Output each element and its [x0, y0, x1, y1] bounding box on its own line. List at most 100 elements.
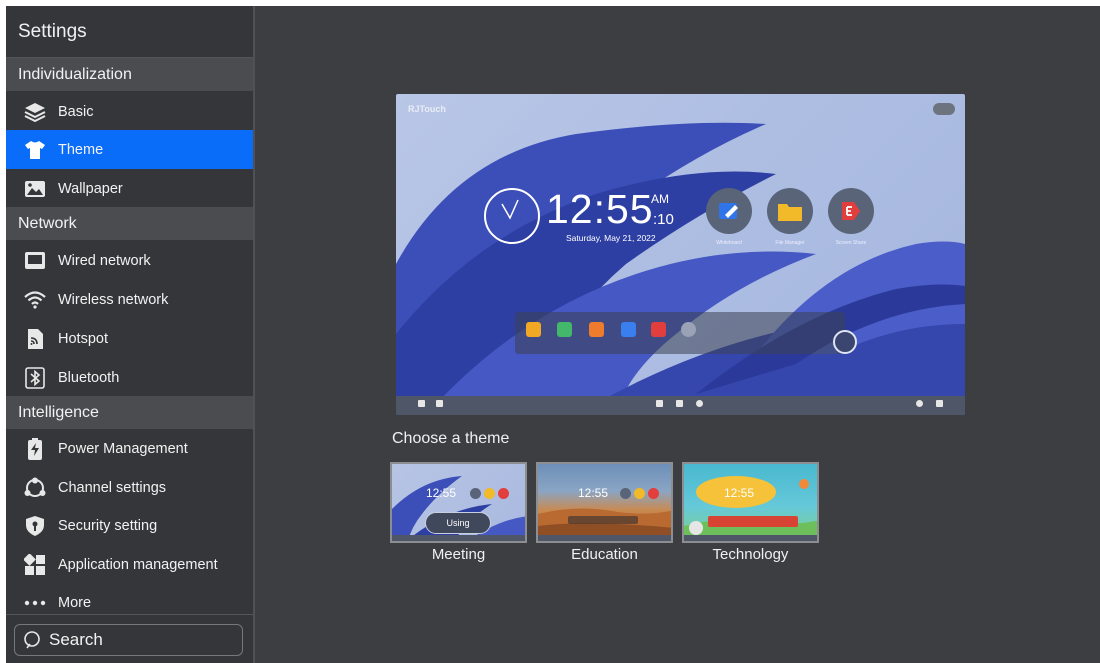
theme-preview: RJTouch 12:55 AM :10 Saturday, May 21, 2…	[396, 94, 965, 415]
sidebar-item-label: Theme	[58, 141, 104, 158]
sidebar-item-more[interactable]: More	[6, 583, 253, 622]
file-manager-app-icon	[767, 188, 813, 234]
app-label: Screen Share	[835, 240, 867, 246]
mini-taskbar	[538, 535, 671, 541]
theme-name-meeting: Meeting	[431, 546, 486, 563]
theme-card-technology[interactable]: 12:55	[682, 462, 819, 543]
sidebar-item-label: Wireless network	[58, 291, 169, 308]
technology-thumbnail-image	[684, 476, 817, 541]
image-icon	[23, 177, 47, 201]
preview-taskbar	[396, 396, 965, 415]
choose-theme-heading: Choose a theme	[392, 430, 510, 447]
app-icon	[557, 322, 572, 337]
education-thumbnail-image	[538, 508, 671, 541]
app-dock	[515, 312, 845, 354]
sidebar-item-label: Security setting	[58, 517, 158, 534]
mini-dock	[568, 516, 638, 524]
sidebar-item-application-management[interactable]: Application management	[6, 545, 253, 584]
wifi-icon	[23, 288, 47, 312]
sidebar-item-label: Power Management	[58, 440, 188, 457]
search-input[interactable]: Search	[14, 624, 243, 656]
sidebar-item-label: More	[58, 594, 92, 611]
sidebar-item-bluetooth[interactable]: Bluetooth	[6, 358, 253, 397]
sidebar-divider	[6, 614, 253, 615]
battery-icon	[23, 437, 47, 461]
sidebar-item-label: Wallpaper	[58, 180, 123, 197]
bluetooth-icon	[23, 366, 47, 390]
taskbar-icon	[676, 400, 683, 407]
hotspot-icon	[23, 327, 47, 351]
mini-time: 12:55	[578, 486, 609, 500]
app-label: File Manager	[775, 240, 805, 246]
sidebar-item-label: Wired network	[58, 252, 151, 269]
sidebar-item-label: Bluetooth	[58, 369, 120, 386]
add-app-icon	[681, 322, 696, 337]
sidebar: Settings Individualization Basic Theme W…	[6, 6, 255, 663]
window-pill	[933, 103, 955, 115]
sidebar-item-wireless-network[interactable]: Wireless network	[6, 280, 253, 319]
sidebar-item-label: Basic	[58, 103, 94, 120]
app-icon	[526, 322, 541, 337]
channel-icon	[23, 476, 47, 500]
settings-window: Settings Individualization Basic Theme W…	[6, 6, 1100, 663]
assistant-icon	[833, 330, 857, 354]
sidebar-item-power-management[interactable]: Power Management	[6, 429, 253, 468]
mini-app-icon	[620, 488, 631, 499]
search-icon	[23, 630, 43, 650]
using-badge: Using	[425, 512, 491, 534]
layers-icon	[23, 100, 47, 124]
preview-time: 12:55	[546, 186, 654, 232]
app-icon	[621, 322, 636, 337]
screen-share-app-icon	[828, 188, 874, 234]
sidebar-item-channel-settings[interactable]: Channel settings	[6, 468, 253, 507]
app-icon	[651, 322, 666, 337]
sidebar-item-label: Channel settings	[58, 479, 167, 496]
more-dots-icon	[23, 591, 47, 615]
taskbar-icon	[418, 400, 425, 407]
apps-grid-icon	[23, 553, 47, 577]
app-label: Whiteboard	[716, 240, 742, 246]
sidebar-item-theme[interactable]: Theme	[6, 130, 253, 169]
sidebar-item-wired-network[interactable]: Wired network	[6, 241, 253, 280]
mini-app-icon	[634, 488, 645, 499]
search-label: Search	[49, 630, 103, 649]
sidebar-item-hotspot[interactable]: Hotspot	[6, 319, 253, 358]
mini-app-icon	[484, 488, 495, 499]
clock-icon	[484, 188, 540, 244]
mini-app-icon	[470, 488, 481, 499]
mini-app-icon	[648, 488, 659, 499]
preview-seconds: :10	[653, 211, 674, 228]
preview-ampm: AM	[651, 192, 669, 206]
taskbar-icon	[936, 400, 943, 407]
brand-logo: RJTouch	[408, 104, 446, 114]
theme-card-education[interactable]: 12:55	[536, 462, 673, 543]
sidebar-item-basic[interactable]: Basic	[6, 92, 253, 131]
tshirt-icon	[23, 138, 47, 162]
section-intelligence: Intelligence	[6, 396, 253, 429]
taskbar-icon	[436, 400, 443, 407]
whiteboard-app-icon	[706, 188, 752, 234]
mini-taskbar	[392, 535, 525, 541]
section-network: Network	[6, 207, 253, 240]
mini-time: 12:55	[724, 486, 755, 500]
shield-icon	[23, 514, 47, 538]
theme-card-meeting[interactable]: 12:55 Using	[390, 462, 527, 543]
sidebar-item-label: Application management	[58, 556, 218, 573]
app-icon	[589, 322, 604, 337]
sidebar-item-wallpaper[interactable]: Wallpaper	[6, 169, 253, 208]
mini-app-icon	[498, 488, 509, 499]
theme-name-education: Education	[571, 546, 638, 563]
taskbar-icon	[656, 400, 663, 407]
theme-name-technology: Technology	[712, 546, 789, 563]
wallpaper-waves-image	[396, 122, 965, 415]
section-individualization: Individualization	[6, 58, 253, 91]
sidebar-title: Settings	[18, 21, 87, 42]
taskbar-icon	[916, 400, 923, 407]
taskbar-icon	[696, 400, 703, 407]
mini-taskbar	[684, 535, 817, 541]
sidebar-item-security-setting[interactable]: Security setting	[6, 506, 253, 545]
sidebar-item-label: Hotspot	[58, 330, 108, 347]
monitor-icon	[23, 249, 47, 273]
preview-date: Saturday, May 21, 2022	[566, 233, 656, 243]
mini-time: 12:55	[426, 486, 457, 500]
